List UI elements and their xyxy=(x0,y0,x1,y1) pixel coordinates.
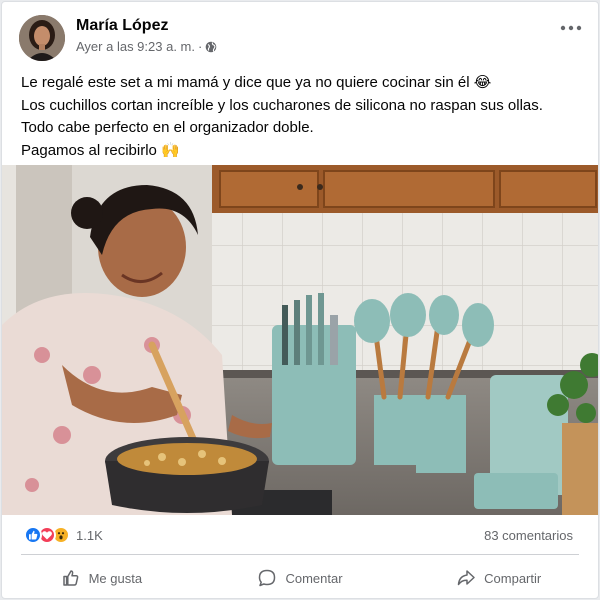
reaction-count: 1.1K xyxy=(76,527,103,543)
post-text-line: Pagamos al recibirlo 🙌 xyxy=(21,141,180,159)
more-options-icon[interactable] xyxy=(558,18,584,38)
post-timestamp[interactable]: Ayer a las 9:23 a. m. xyxy=(76,39,195,54)
comment-button[interactable]: Comentar xyxy=(201,558,400,598)
reaction-summary[interactable]: 1.1K xyxy=(24,526,103,544)
comment-button-label: Comentar xyxy=(285,570,343,586)
like-button[interactable]: Me gusta xyxy=(2,558,201,598)
divider xyxy=(21,554,579,555)
post-header: María López Ayer a las 9:23 a. m. · xyxy=(2,2,598,64)
comment-count[interactable]: 83 comentarios xyxy=(484,528,573,543)
post-meta: Ayer a las 9:23 a. m. · xyxy=(76,39,217,54)
post-text-line: Los cuchillos cortan increíble y los cuc… xyxy=(21,96,543,114)
post-text: Le regalé este set a mi mamá y dice que … xyxy=(21,72,543,162)
share-arrow-icon xyxy=(457,570,475,586)
meta-separator: · xyxy=(198,39,203,54)
post-text-line: Todo cabe perfecto en el organizador dob… xyxy=(21,119,314,136)
engagement-counts: 1.1K 83 comentarios xyxy=(2,518,598,552)
facebook-post: María López Ayer a las 9:23 a. m. · Le r… xyxy=(1,1,599,599)
share-button-label: Compartir xyxy=(484,570,542,586)
post-text-line: Le regalé este set a mi mamá y dice que … xyxy=(21,74,492,91)
comment-bubble-icon xyxy=(259,569,276,587)
author-name[interactable]: María López xyxy=(76,17,168,35)
share-button[interactable]: Compartir xyxy=(399,558,598,598)
like-icon xyxy=(24,526,42,544)
like-button-label: Me gusta xyxy=(88,570,143,586)
thumbs-up-icon xyxy=(62,570,78,586)
action-bar: Me gusta Comentar Compartir xyxy=(2,558,598,598)
globe-icon[interactable] xyxy=(205,41,217,53)
post-photo[interactable] xyxy=(2,165,598,515)
avatar[interactable] xyxy=(19,15,65,61)
